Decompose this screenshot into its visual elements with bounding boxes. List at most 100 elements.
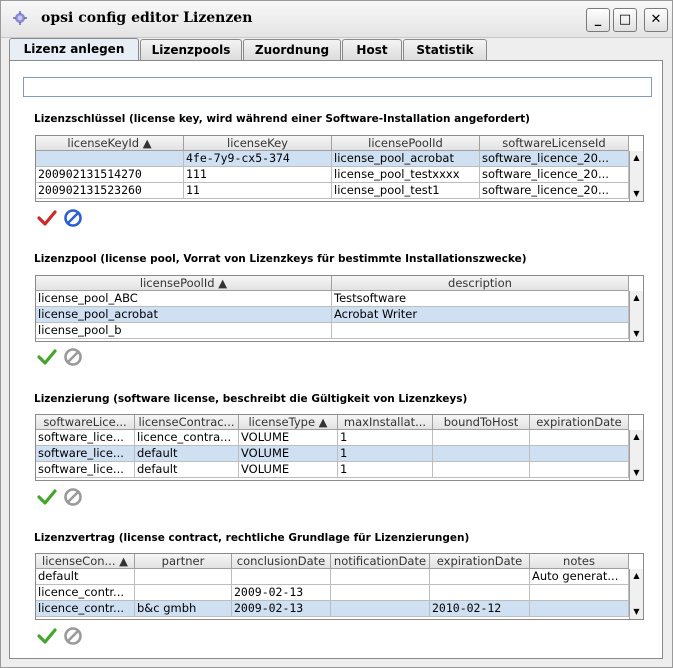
- table-cell[interactable]: license_pool_acrobat: [332, 151, 480, 167]
- table-cell[interactable]: license_pool_acrobat: [36, 307, 332, 323]
- vertical-scrollbar[interactable]: ▲ ▼: [629, 569, 643, 619]
- cancel-icon[interactable]: [63, 626, 83, 646]
- table-cell[interactable]: 200902131523260: [36, 183, 184, 199]
- table-cell[interactable]: 4fe-7y9-cx5-374: [184, 151, 332, 167]
- commit-check-icon[interactable]: [37, 347, 57, 367]
- table-cell[interactable]: [36, 151, 184, 167]
- table-cell[interactable]: VOLUME: [239, 462, 338, 478]
- column-header[interactable]: licensePoolId: [332, 136, 480, 151]
- table-cell[interactable]: license_pool_test1: [332, 183, 480, 199]
- column-header[interactable]: expirationDate: [430, 554, 530, 569]
- scroll-down-icon[interactable]: ▼: [630, 466, 643, 479]
- table-cell[interactable]: [332, 323, 629, 339]
- scroll-down-icon[interactable]: ▼: [630, 327, 643, 340]
- column-header[interactable]: conclusionDate: [232, 554, 331, 569]
- column-header[interactable]: licenseType ▲: [239, 415, 338, 430]
- table-cell[interactable]: 2010-02-12: [430, 601, 530, 617]
- close-button[interactable]: ✕: [644, 8, 668, 32]
- table-cell[interactable]: [331, 569, 430, 585]
- minimize-button[interactable]: _: [586, 8, 610, 32]
- table-cell[interactable]: [530, 446, 629, 462]
- table-cell[interactable]: 1: [338, 446, 433, 462]
- table-cell[interactable]: software_lice...: [36, 446, 135, 462]
- table-cell[interactable]: license_pool_b: [36, 323, 332, 339]
- scroll-up-icon[interactable]: ▲: [630, 151, 643, 164]
- table-cell[interactable]: [430, 585, 530, 601]
- table-cell[interactable]: 2009-02-13: [232, 585, 331, 601]
- commit-check-icon[interactable]: [37, 487, 57, 507]
- table-cell[interactable]: Testsoftware: [332, 291, 629, 307]
- column-header[interactable]: boundToHost: [433, 415, 530, 430]
- commit-check-icon[interactable]: [37, 208, 57, 228]
- table-cell[interactable]: default: [36, 569, 135, 585]
- table-cell[interactable]: [331, 601, 430, 617]
- column-header[interactable]: licenseKeyId ▲: [36, 136, 184, 151]
- scroll-down-icon[interactable]: ▼: [630, 605, 643, 618]
- column-header[interactable]: licensePoolId ▲: [36, 276, 332, 291]
- table-cell[interactable]: software_licence_20...: [480, 151, 629, 167]
- scroll-up-icon[interactable]: ▲: [630, 291, 643, 304]
- tab-lizenzpools[interactable]: Lizenzpools: [140, 39, 242, 60]
- table-cell[interactable]: software_lice...: [36, 430, 135, 446]
- table-cell[interactable]: [433, 462, 530, 478]
- table-cell[interactable]: VOLUME: [239, 446, 338, 462]
- table-cell[interactable]: [135, 569, 232, 585]
- table-cell[interactable]: default: [135, 446, 239, 462]
- cancel-icon[interactable]: [63, 487, 83, 507]
- table-cell[interactable]: [530, 601, 629, 617]
- cancel-icon[interactable]: [63, 208, 83, 228]
- commit-check-icon[interactable]: [37, 626, 57, 646]
- table-cell[interactable]: license_pool_testxxxx: [332, 167, 480, 183]
- scroll-up-icon[interactable]: ▲: [630, 569, 643, 582]
- column-header[interactable]: softwareLicenseId: [480, 136, 629, 151]
- table-cell[interactable]: 11: [184, 183, 332, 199]
- table-cell[interactable]: 111: [184, 167, 332, 183]
- table-cell[interactable]: 1: [338, 462, 433, 478]
- tab-lizenz-anlegen[interactable]: Lizenz anlegen: [9, 38, 139, 61]
- column-header[interactable]: licenseKey: [184, 136, 332, 151]
- scroll-down-icon[interactable]: ▼: [630, 187, 643, 200]
- table-cell[interactable]: 2009-02-13: [232, 601, 331, 617]
- table-cell[interactable]: [530, 585, 629, 601]
- table-cell[interactable]: 200902131514270: [36, 167, 184, 183]
- tab-zuordnung[interactable]: Zuordnung: [243, 39, 341, 60]
- table-cell[interactable]: software_licence_20...: [480, 167, 629, 183]
- table-cell[interactable]: [530, 462, 629, 478]
- table-cell[interactable]: [433, 446, 530, 462]
- column-header[interactable]: notificationDate: [331, 554, 430, 569]
- table-cell[interactable]: [530, 430, 629, 446]
- vertical-scrollbar[interactable]: ▲ ▼: [629, 151, 643, 201]
- table-cell[interactable]: software_lice...: [36, 462, 135, 478]
- table-cell[interactable]: license_pool_ABC: [36, 291, 332, 307]
- vertical-scrollbar[interactable]: ▲ ▼: [629, 291, 643, 341]
- table-cell[interactable]: Acrobat Writer: [332, 307, 629, 323]
- vertical-scrollbar[interactable]: ▲ ▼: [629, 430, 643, 480]
- column-header[interactable]: notes: [530, 554, 629, 569]
- table-cell[interactable]: default: [135, 462, 239, 478]
- column-header[interactable]: partner: [135, 554, 232, 569]
- table-cell[interactable]: licence_contr...: [36, 601, 135, 617]
- column-header[interactable]: expirationDate: [530, 415, 629, 430]
- table-cell[interactable]: [430, 569, 530, 585]
- title-bar[interactable]: opsi config editor Lizenzen _ □ ✕: [1, 1, 672, 38]
- column-header[interactable]: licenseContrac...: [135, 415, 239, 430]
- table-cell[interactable]: 1: [338, 430, 433, 446]
- table-cell[interactable]: [135, 585, 232, 601]
- column-header[interactable]: maxInstallat...: [338, 415, 433, 430]
- scroll-up-icon[interactable]: ▲: [630, 430, 643, 443]
- column-header[interactable]: softwareLice...: [36, 415, 135, 430]
- table-cell[interactable]: [331, 585, 430, 601]
- column-header[interactable]: licenseCon... ▲: [36, 554, 135, 569]
- cancel-icon[interactable]: [63, 347, 83, 367]
- filter-input[interactable]: [23, 77, 652, 97]
- table-cell[interactable]: software_licence_20...: [480, 183, 629, 199]
- tab-statistik[interactable]: Statistik: [403, 39, 487, 60]
- column-header[interactable]: description: [332, 276, 629, 291]
- table-cell[interactable]: [232, 569, 331, 585]
- table-cell[interactable]: b&c gmbh: [135, 601, 232, 617]
- table-cell[interactable]: licence_contra...: [135, 430, 239, 446]
- table-cell[interactable]: [433, 430, 530, 446]
- table-cell[interactable]: Auto generat...: [530, 569, 629, 585]
- maximize-button[interactable]: □: [613, 8, 637, 32]
- tab-host[interactable]: Host: [342, 39, 402, 60]
